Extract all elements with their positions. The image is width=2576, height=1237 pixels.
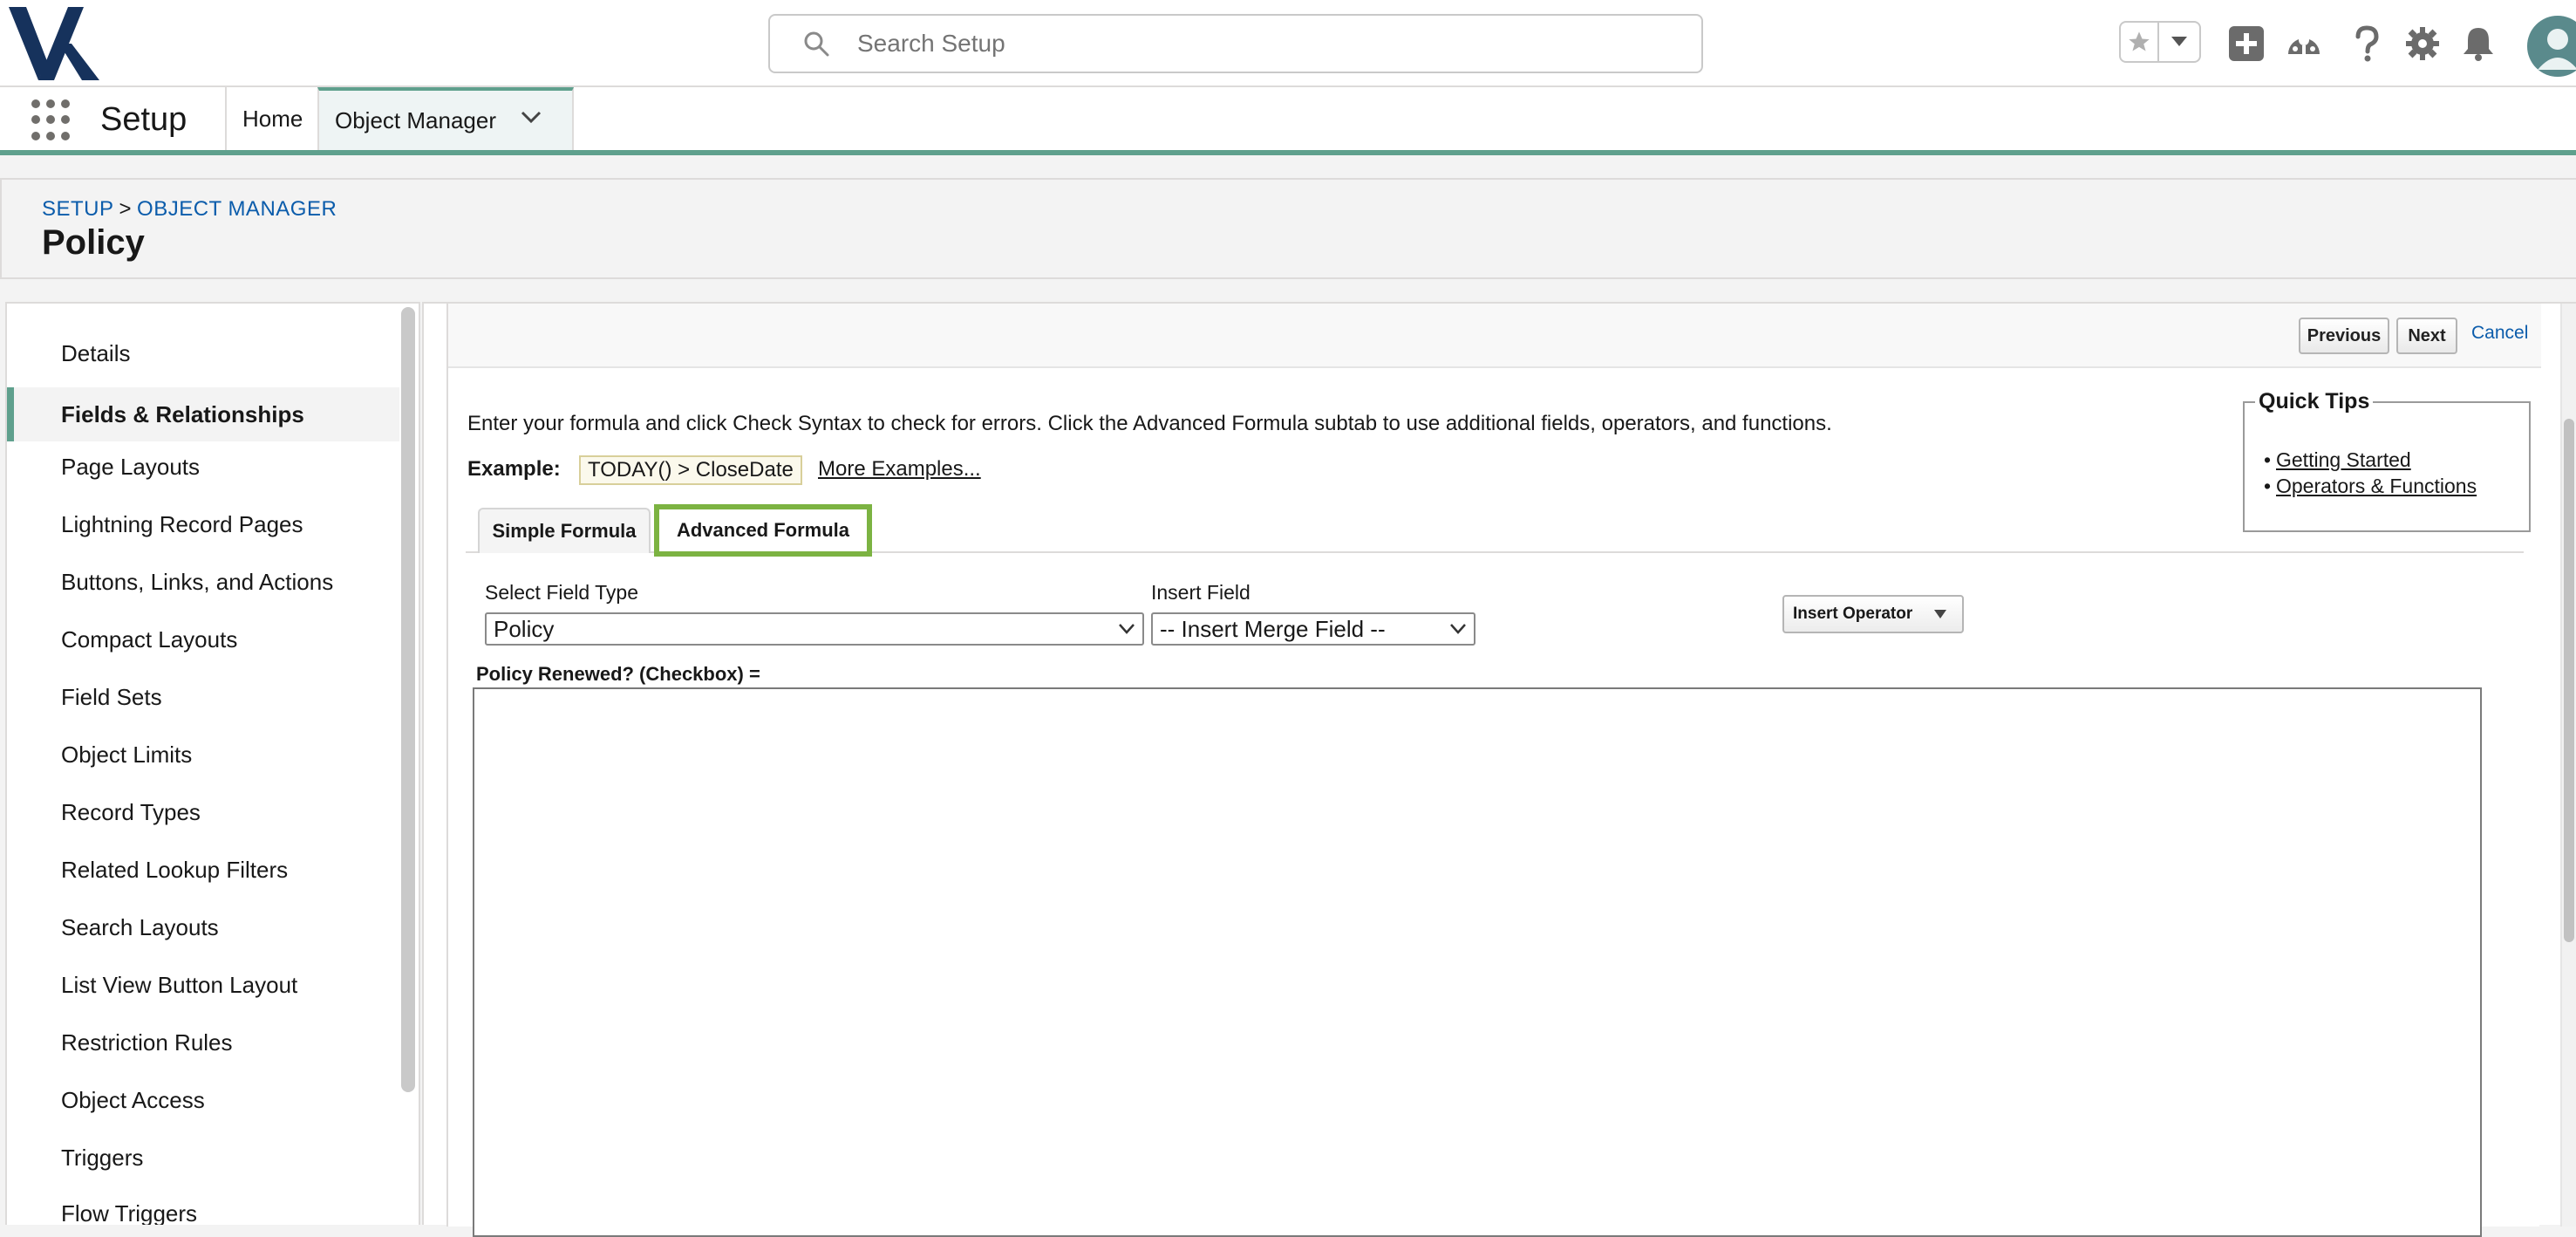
app-name: Setup [100, 101, 187, 138]
search-setup-box[interactable]: Search Setup [768, 14, 1703, 73]
help-icon[interactable] [2346, 21, 2388, 66]
chevron-down-icon[interactable] [520, 110, 542, 126]
sidebar-item-flow-triggers[interactable]: Flow Triggers [7, 1186, 399, 1226]
favorites-dropdown-icon[interactable] [2159, 23, 2199, 61]
tab-advanced-formula[interactable]: Advanced Formula [654, 504, 872, 557]
main-scrollbar-thumb[interactable] [2564, 419, 2574, 942]
formula-editor-textarea[interactable] [473, 687, 2482, 1237]
main-scrollbar[interactable] [2560, 304, 2576, 1227]
app-navigation-bar: Setup Home Object Manager [0, 87, 2576, 155]
page-header: SETUP > OBJECT MANAGER Policy [0, 178, 2576, 279]
formula-editor-frame: Previous Next Cancel Enter your formula … [446, 304, 2541, 1237]
select-field-type-label: Select Field Type [485, 581, 639, 604]
sidebar-item-object-access[interactable]: Object Access [7, 1073, 399, 1127]
select-field-type-dropdown[interactable]: Policy [485, 612, 1144, 646]
sidebar-item-related-lookup-filters[interactable]: Related Lookup Filters [7, 843, 399, 897]
search-icon [804, 31, 829, 57]
sidebar-item-restriction-rules[interactable]: Restriction Rules [7, 1015, 399, 1070]
insert-merge-field-value: -- Insert Merge Field -- [1160, 615, 1386, 642]
select-field-type-value: Policy [494, 615, 555, 642]
previous-button[interactable]: Previous [2299, 318, 2389, 354]
breadcrumb-setup-link[interactable]: SETUP [42, 197, 114, 221]
sidebar-item-fields-relationships[interactable]: Fields & Relationships [7, 387, 399, 441]
cancel-link[interactable]: Cancel [2471, 323, 2528, 344]
nav-tab-object-manager[interactable]: Object Manager [317, 87, 574, 150]
formula-instructions: Enter your formula and click Check Synta… [467, 412, 1832, 435]
example-label: Example: [467, 457, 561, 481]
app-launcher-icon[interactable] [31, 99, 73, 141]
company-logo[interactable] [9, 7, 106, 80]
global-header: Search Setup [0, 0, 2576, 87]
tab-simple-formula[interactable]: Simple Formula [478, 508, 651, 553]
sidebar-item-search-layouts[interactable]: Search Layouts [7, 900, 399, 954]
next-button[interactable]: Next [2396, 318, 2457, 354]
insert-merge-field-dropdown[interactable]: -- Insert Merge Field -- [1151, 612, 1475, 646]
nav-tab-home[interactable]: Home [225, 87, 318, 150]
quick-tip-operators-functions-link[interactable]: Operators & Functions [2264, 473, 2477, 499]
search-placeholder: Search Setup [857, 30, 1005, 57]
formula-field-label: Policy Renewed? (Checkbox) = [476, 663, 760, 685]
sidebar-item-buttons-links-actions[interactable]: Buttons, Links, and Actions [7, 555, 399, 609]
chevron-down-icon [1450, 624, 1466, 634]
sidebar-item-object-limits[interactable]: Object Limits [7, 728, 399, 782]
global-actions-plus-icon[interactable] [2225, 21, 2267, 66]
sidebar-item-record-types[interactable]: Record Types [7, 785, 399, 839]
wizard-action-bar: Previous Next Cancel [448, 304, 2541, 368]
triangle-down-icon [1934, 610, 1946, 618]
breadcrumb-separator: > [119, 197, 133, 221]
sidebar-item-field-sets[interactable]: Field Sets [7, 670, 399, 724]
sidebar-item-page-layouts[interactable]: Page Layouts [7, 440, 399, 494]
insert-field-label: Insert Field [1151, 581, 1251, 604]
setup-gear-icon[interactable] [2402, 21, 2443, 66]
main-content-panel: Previous Next Cancel Enter your formula … [422, 302, 2576, 1237]
breadcrumb-object-manager-link[interactable]: OBJECT MANAGER [137, 197, 337, 221]
example-formula: TODAY() > CloseDate [579, 455, 802, 485]
user-avatar[interactable] [2527, 16, 2576, 77]
chevron-down-icon [1119, 624, 1135, 634]
favorites-group [2119, 21, 2201, 63]
quick-tips-title: Quick Tips [2255, 389, 2374, 414]
favorites-star-icon[interactable] [2121, 23, 2159, 61]
sidebar-item-lightning-record-pages[interactable]: Lightning Record Pages [7, 497, 399, 551]
nav-tab-object-manager-label: Object Manager [335, 106, 496, 133]
object-sidebar: Details Fields & Relationships Page Layo… [5, 302, 420, 1225]
sidebar-item-compact-layouts[interactable]: Compact Layouts [7, 612, 399, 666]
sidebar-scrollbar[interactable] [401, 307, 415, 1092]
notifications-bell-icon[interactable] [2457, 21, 2499, 66]
trailhead-guidance-icon[interactable] [2283, 21, 2325, 66]
insert-operator-label: Insert Operator [1793, 605, 1913, 623]
sidebar-item-list-view-button-layout[interactable]: List View Button Layout [7, 958, 399, 1012]
sidebar-item-details[interactable]: Details [7, 326, 399, 380]
sidebar-item-triggers[interactable]: Triggers [7, 1131, 399, 1185]
breadcrumb: SETUP > OBJECT MANAGER [42, 197, 337, 222]
quick-tip-getting-started-link[interactable]: Getting Started [2264, 447, 2477, 473]
insert-operator-button[interactable]: Insert Operator [1782, 595, 1964, 633]
more-examples-link[interactable]: More Examples... [818, 457, 981, 482]
quick-tips-box: Quick Tips Getting Started Operators & F… [2243, 389, 2531, 532]
page-title: Policy [42, 223, 145, 262]
